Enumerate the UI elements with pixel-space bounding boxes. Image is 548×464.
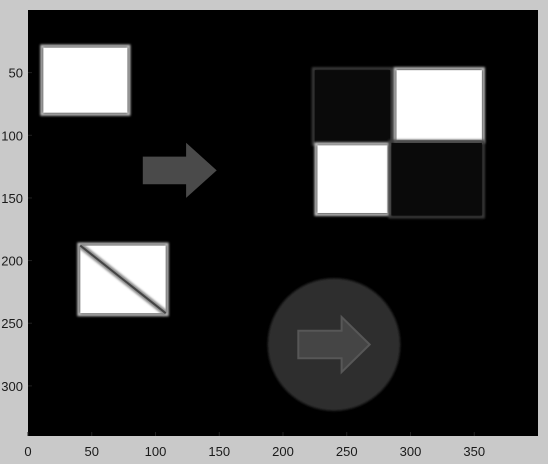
x-tick-label: 200: [272, 444, 294, 459]
checkerboard-top-left-fill: [314, 70, 391, 143]
checkerboard-bottom-right-fill: [391, 142, 482, 216]
x-tick-label: 350: [463, 444, 485, 459]
y-tick-label: 250: [1, 316, 23, 331]
y-tick-label: 200: [1, 254, 23, 269]
white-square-diagonal: [77, 242, 169, 317]
x-tick-label: 150: [208, 444, 230, 459]
x-tick-label: 250: [336, 444, 358, 459]
x-tick-label: 50: [85, 444, 99, 459]
white-rectangle: [40, 44, 131, 116]
x-axis-ticks: 0 50 100 150 200 250 300 350: [24, 432, 485, 459]
checkerboard-bottom-left-fill: [317, 145, 388, 213]
checkerboard-top-right-fill: [396, 70, 482, 141]
y-tick-label: 50: [9, 66, 23, 81]
x-tick-label: 100: [145, 444, 167, 459]
x-tick-label: 0: [24, 444, 31, 459]
checkerboard-bottom-left: [314, 142, 391, 216]
checkerboard-bottom-right: [388, 139, 485, 219]
white-rectangle-fill: [43, 47, 128, 113]
y-tick-label: 300: [1, 379, 23, 394]
checkerboard-top-left: [311, 67, 394, 146]
y-tick-label: 100: [1, 128, 23, 143]
x-tick-label: 300: [400, 444, 422, 459]
checkerboard-top-right: [393, 67, 485, 144]
y-tick-label: 150: [1, 191, 23, 206]
y-axis-ticks: 50 100 150 200 250 300: [1, 66, 32, 394]
chart-figure: 0 50 100 150 200 250 300 350 50 100 150 200 250 300: [1, 10, 538, 459]
